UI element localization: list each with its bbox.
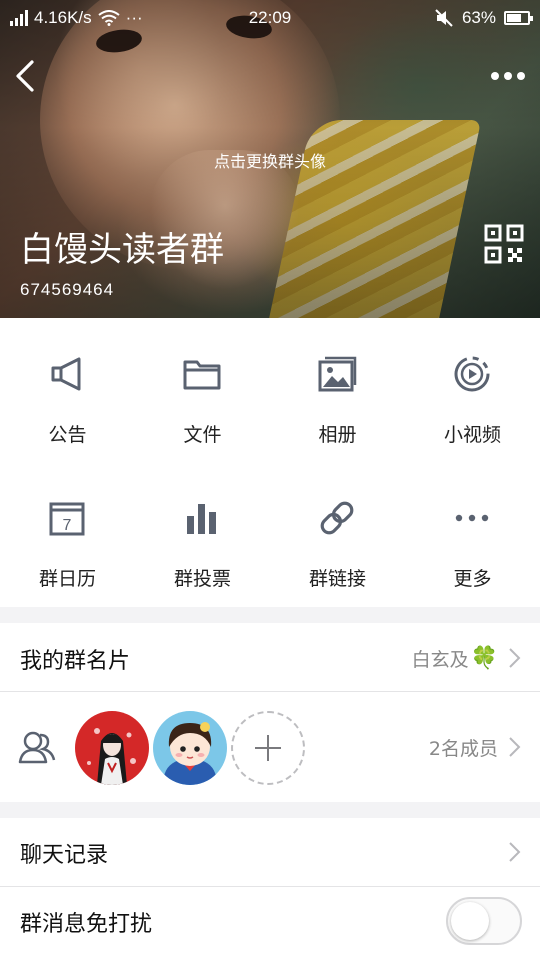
status-bar: 4.16K/s ··· 22:09 63% <box>0 0 540 36</box>
poll-icon <box>187 504 216 534</box>
members-icon <box>18 731 56 764</box>
megaphone-icon <box>51 357 81 391</box>
more-dot <box>491 72 499 80</box>
album-label: 相册 <box>318 424 357 446</box>
announcement-button[interactable]: 公告 <box>0 318 135 462</box>
calendar-button[interactable]: 7 群日历 <box>0 462 135 606</box>
poll-label: 群投票 <box>173 568 231 590</box>
clover-emoji: 🍀 <box>470 646 498 671</box>
add-member-button[interactable] <box>231 711 305 785</box>
poll-button[interactable]: 群投票 <box>135 462 270 606</box>
more-options-button[interactable] <box>488 64 528 88</box>
more-dots-icon <box>455 514 489 522</box>
calendar-label: 群日历 <box>38 568 96 590</box>
my-group-card-label: 我的群名片 <box>20 649 131 674</box>
album-button[interactable]: 相册 <box>270 318 405 462</box>
more-dot <box>517 72 525 80</box>
toggle-knob <box>451 902 489 940</box>
calendar-day: 7 <box>63 517 72 534</box>
short-video-label: 小视频 <box>443 424 501 446</box>
member-avatar[interactable] <box>153 711 227 785</box>
more-label: 更多 <box>453 568 492 590</box>
group-actions-grid: 公告 文件 相册 小视频 7 群日历 群投票 群链接 更多 <box>0 318 540 607</box>
short-video-button[interactable]: 小视频 <box>405 318 540 462</box>
files-button[interactable]: 文件 <box>135 318 270 462</box>
mute-notifications-label: 群消息免打扰 <box>20 912 153 937</box>
group-link-label: 群链接 <box>308 568 366 590</box>
announcement-label: 公告 <box>48 424 87 446</box>
chevron-right-icon <box>509 842 521 862</box>
member-avatar-image <box>75 711 149 785</box>
group-id: 674569464 <box>20 280 115 299</box>
files-label: 文件 <box>183 424 222 446</box>
more-button[interactable]: 更多 <box>405 462 540 606</box>
link-icon <box>320 501 354 535</box>
member-count: 2名成员 <box>428 738 498 760</box>
back-icon[interactable] <box>8 56 44 96</box>
member-avatar-image <box>153 711 227 785</box>
mute-notifications-toggle[interactable] <box>446 897 522 945</box>
member-avatar[interactable] <box>75 711 149 785</box>
album-icon <box>318 356 357 392</box>
battery-percent: 63% <box>461 8 496 27</box>
battery-icon <box>504 11 533 25</box>
my-group-card-row[interactable]: 我的群名片 白玄及 🍀 <box>0 623 540 691</box>
group-card-name: 白玄及 <box>411 649 469 671</box>
qr-code-icon[interactable] <box>484 224 524 264</box>
more-dot <box>504 72 512 80</box>
video-icon <box>454 356 490 392</box>
group-card-value: 白玄及 🍀 <box>412 645 498 672</box>
chat-history-label: 聊天记录 <box>20 843 109 868</box>
folder-icon <box>183 360 221 390</box>
change-avatar-hint[interactable]: 点击更换群头像 <box>0 148 540 172</box>
mute-icon <box>435 9 453 27</box>
chat-history-row[interactable]: 聊天记录 <box>0 818 540 886</box>
chevron-right-icon <box>509 737 521 757</box>
group-name: 白馒头读者群 <box>20 230 224 270</box>
chevron-right-icon <box>509 648 521 668</box>
calendar-icon: 7 <box>49 502 85 536</box>
group-link-button[interactable]: 群链接 <box>270 462 405 606</box>
